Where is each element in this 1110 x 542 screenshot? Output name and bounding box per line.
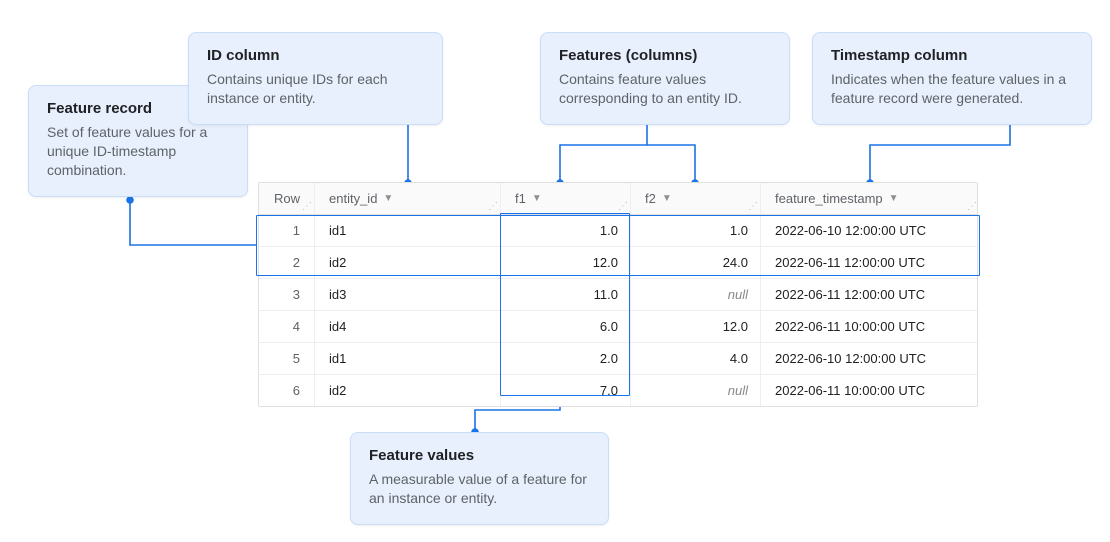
cell-timestamp: 2022-06-10 12:00:00 UTC xyxy=(761,343,979,374)
header-label: f2 xyxy=(645,191,656,206)
cell-f2: 24.0 xyxy=(631,247,761,278)
cell-entity-id: id4 xyxy=(315,311,501,342)
cell-row-number: 1 xyxy=(259,215,315,246)
cell-row-number: 4 xyxy=(259,311,315,342)
callout-title: ID column xyxy=(207,47,424,64)
callout-features: Features (columns) Contains feature valu… xyxy=(540,32,790,125)
cell-f2: null xyxy=(631,375,761,406)
callout-feature-values: Feature values A measurable value of a f… xyxy=(350,432,609,525)
cell-entity-id: id3 xyxy=(315,279,501,310)
cell-row-number: 6 xyxy=(259,375,315,406)
resize-grip-icon[interactable]: ⋰ xyxy=(618,201,626,212)
callout-desc: Contains feature values corresponding to… xyxy=(559,70,771,108)
callout-title: Features (columns) xyxy=(559,47,771,64)
cell-timestamp: 2022-06-11 12:00:00 UTC xyxy=(761,279,979,310)
column-header-entity-id[interactable]: entity_id ▼ ⋰ xyxy=(315,183,501,214)
callout-timestamp: Timestamp column Indicates when the feat… xyxy=(812,32,1092,125)
callout-desc: A measurable value of a feature for an i… xyxy=(369,470,590,508)
cell-timestamp: 2022-06-10 12:00:00 UTC xyxy=(761,215,979,246)
cell-row-number: 2 xyxy=(259,247,315,278)
cell-f2: 1.0 xyxy=(631,215,761,246)
cell-timestamp: 2022-06-11 10:00:00 UTC xyxy=(761,375,979,406)
column-header-row[interactable]: Row ⋰ xyxy=(259,183,315,214)
cell-entity-id: id2 xyxy=(315,375,501,406)
cell-f1: 6.0 xyxy=(501,311,631,342)
sort-icon: ▼ xyxy=(532,193,542,204)
header-label: entity_id xyxy=(329,191,377,206)
cell-f1: 2.0 xyxy=(501,343,631,374)
callout-desc: Indicates when the feature values in a f… xyxy=(831,70,1073,108)
cell-f1: 7.0 xyxy=(501,375,631,406)
table-body: 1id11.01.02022-06-10 12:00:00 UTC2id212.… xyxy=(259,215,977,406)
cell-f1: 11.0 xyxy=(501,279,631,310)
resize-grip-icon[interactable]: ⋰ xyxy=(967,201,975,212)
table-row[interactable]: 3id311.0null2022-06-11 12:00:00 UTC xyxy=(259,279,977,311)
cell-entity-id: id1 xyxy=(315,343,501,374)
callout-id-column: ID column Contains unique IDs for each i… xyxy=(188,32,443,125)
cell-timestamp: 2022-06-11 10:00:00 UTC xyxy=(761,311,979,342)
resize-grip-icon[interactable]: ⋰ xyxy=(488,201,496,212)
cell-f2: 4.0 xyxy=(631,343,761,374)
cell-row-number: 5 xyxy=(259,343,315,374)
header-label: Row xyxy=(274,191,300,206)
column-header-f1[interactable]: f1 ▼ ⋰ xyxy=(501,183,631,214)
cell-f2: null xyxy=(631,279,761,310)
callout-desc: Contains unique IDs for each instance or… xyxy=(207,70,424,108)
cell-timestamp: 2022-06-11 12:00:00 UTC xyxy=(761,247,979,278)
table-row[interactable]: 5id12.04.02022-06-10 12:00:00 UTC xyxy=(259,343,977,375)
cell-entity-id: id2 xyxy=(315,247,501,278)
cell-entity-id: id1 xyxy=(315,215,501,246)
callout-title: Feature values xyxy=(369,447,590,464)
table-header-row: Row ⋰ entity_id ▼ ⋰ f1 ▼ ⋰ f2 ▼ ⋰ featur… xyxy=(259,183,977,215)
sort-icon: ▼ xyxy=(889,193,899,204)
header-label: f1 xyxy=(515,191,526,206)
feature-table: Row ⋰ entity_id ▼ ⋰ f1 ▼ ⋰ f2 ▼ ⋰ featur… xyxy=(258,182,978,407)
callout-title: Timestamp column xyxy=(831,47,1073,64)
column-header-timestamp[interactable]: feature_timestamp ▼ ⋰ xyxy=(761,183,979,214)
cell-f2: 12.0 xyxy=(631,311,761,342)
column-header-f2[interactable]: f2 ▼ ⋰ xyxy=(631,183,761,214)
sort-icon: ▼ xyxy=(383,193,393,204)
table-row[interactable]: 1id11.01.02022-06-10 12:00:00 UTC xyxy=(259,215,977,247)
table-row[interactable]: 4id46.012.02022-06-11 10:00:00 UTC xyxy=(259,311,977,343)
cell-f1: 1.0 xyxy=(501,215,631,246)
table-row[interactable]: 2id212.024.02022-06-11 12:00:00 UTC xyxy=(259,247,977,279)
cell-f1: 12.0 xyxy=(501,247,631,278)
callout-desc: Set of feature values for a unique ID-ti… xyxy=(47,123,229,180)
header-label: feature_timestamp xyxy=(775,191,883,206)
sort-icon: ▼ xyxy=(662,193,672,204)
table-row[interactable]: 6id27.0null2022-06-11 10:00:00 UTC xyxy=(259,375,977,406)
resize-grip-icon[interactable]: ⋰ xyxy=(748,201,756,212)
cell-row-number: 3 xyxy=(259,279,315,310)
resize-grip-icon[interactable]: ⋰ xyxy=(302,201,310,212)
